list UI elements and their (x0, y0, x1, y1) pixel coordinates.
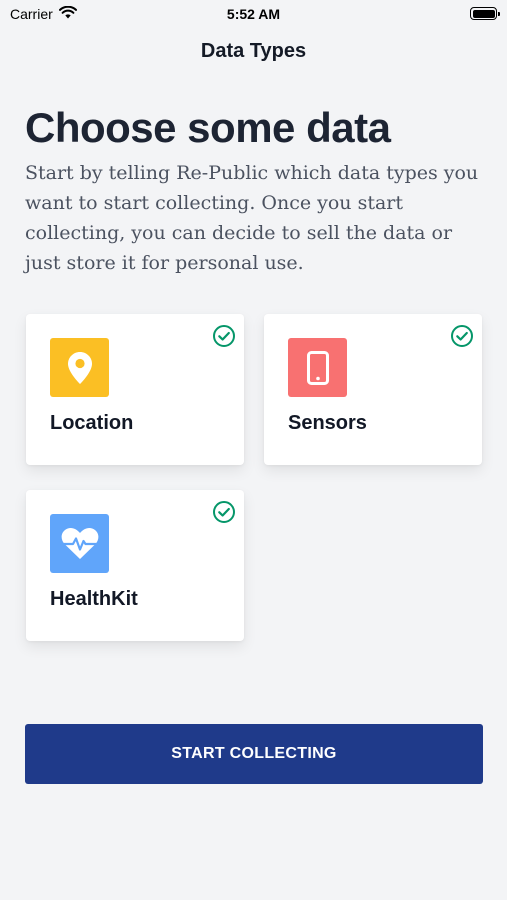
check-circle-icon (450, 324, 474, 348)
heart-pulse-icon (50, 514, 109, 573)
screen: Carrier 5:52 AM Data Types Choose some d… (0, 0, 507, 900)
card-label-sensors: Sensors (288, 412, 367, 434)
status-bar: Carrier 5:52 AM (0, 0, 507, 28)
data-type-card-location[interactable]: Location (26, 314, 244, 465)
start-collecting-button[interactable]: START COLLECTING (25, 724, 483, 784)
data-type-card-healthkit[interactable]: HealthKit (26, 490, 244, 641)
smartphone-icon (288, 338, 347, 397)
check-circle-icon (212, 500, 236, 524)
nav-title: Data Types (200, 40, 307, 62)
battery-fill (472, 9, 495, 18)
card-label-location: Location (50, 412, 134, 434)
check-circle-icon (212, 324, 236, 348)
data-type-card-sensors[interactable]: Sensors (264, 314, 482, 465)
battery-icon (470, 7, 500, 20)
intro-text: Start by telling Re-Public which data ty… (25, 162, 479, 274)
card-label-healthkit: HealthKit (50, 588, 138, 610)
page-heading: Choose some data (25, 104, 391, 151)
map-pin-icon (50, 338, 109, 397)
status-time: 5:52 AM (226, 6, 281, 22)
